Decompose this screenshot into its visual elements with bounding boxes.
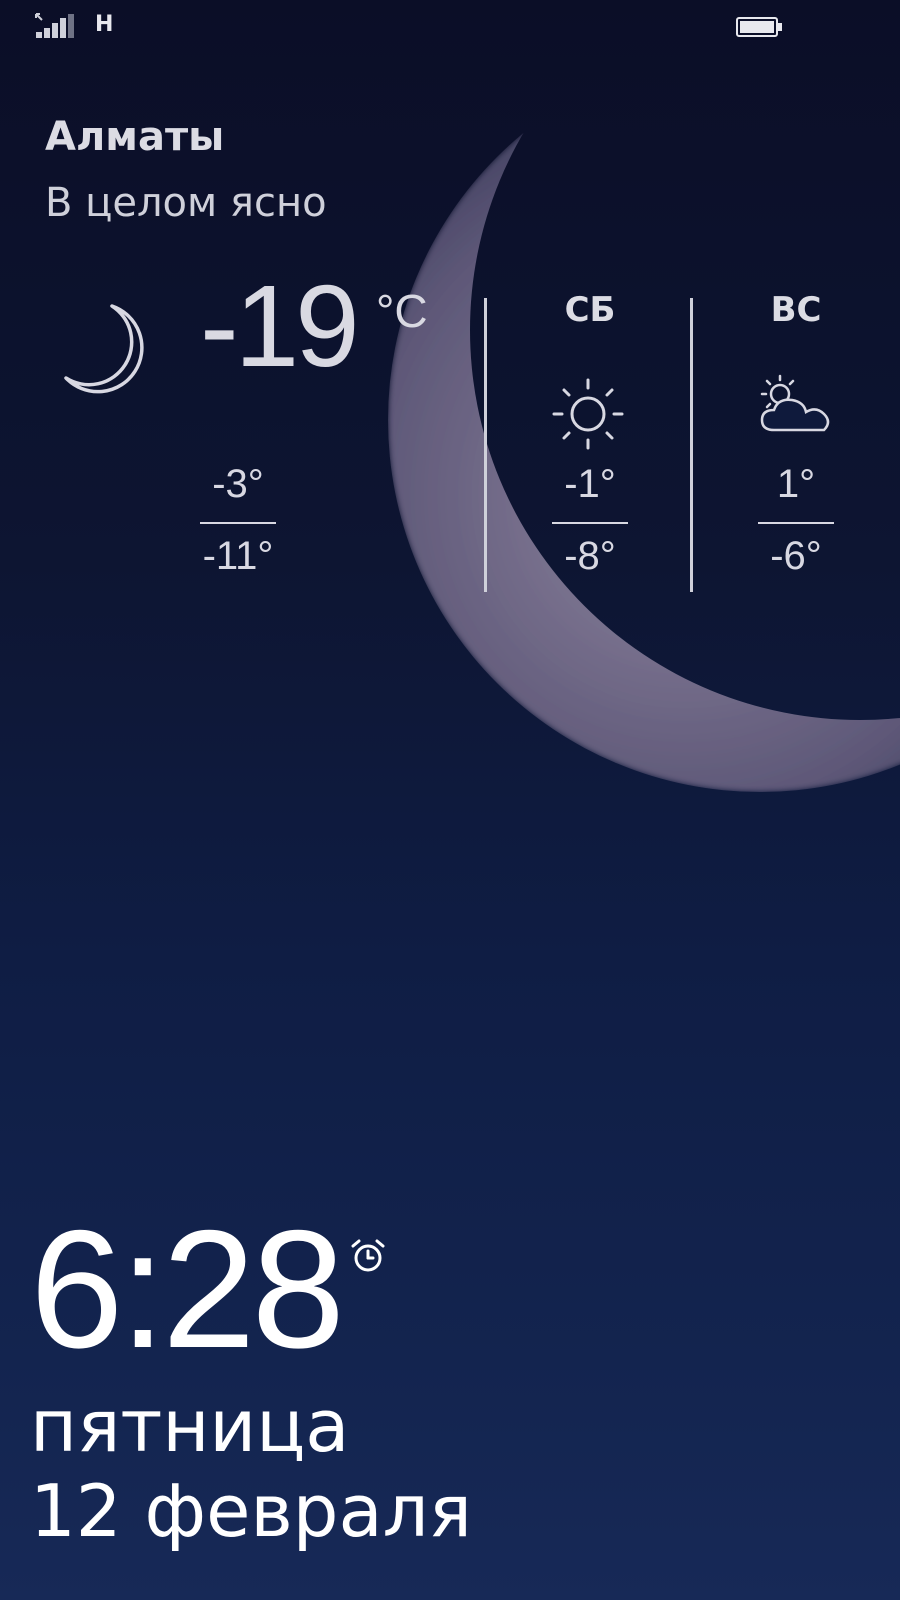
forecast-day-label: СБ	[564, 290, 616, 330]
current-hilo-rule	[200, 522, 276, 524]
forecast-low: -6°	[770, 534, 822, 578]
forecast-high: -1°	[564, 462, 616, 506]
alarm-clock-icon	[351, 1239, 385, 1272]
lock-screen-weekday: пятница	[30, 1384, 350, 1468]
moon-icon	[64, 304, 144, 394]
weather-city: Алматы	[45, 114, 225, 160]
current-temperature: -19	[200, 261, 360, 391]
forecast-hilo-rule	[552, 522, 628, 524]
partly-cloudy-icon	[760, 374, 830, 432]
temperature-unit: °C	[376, 285, 428, 337]
sun-icon	[552, 378, 624, 450]
forecast-divider	[484, 298, 487, 592]
forecast-hilo-rule	[758, 522, 834, 524]
current-high: -3°	[212, 462, 264, 506]
lock-screen-time: 6:28	[30, 1195, 345, 1383]
forecast-low: -8°	[564, 534, 616, 578]
forecast-high: 1°	[776, 462, 816, 506]
current-low: -11°	[202, 534, 274, 578]
network-type-label: H	[95, 12, 114, 37]
lock-screen-date: 12 февраля	[30, 1469, 472, 1553]
forecast-day-label: ВС	[770, 290, 822, 330]
weather-condition: В целом ясно	[45, 180, 327, 226]
forecast-divider	[690, 298, 693, 592]
battery-icon	[736, 17, 782, 37]
signal-bars-icon	[35, 13, 74, 38]
